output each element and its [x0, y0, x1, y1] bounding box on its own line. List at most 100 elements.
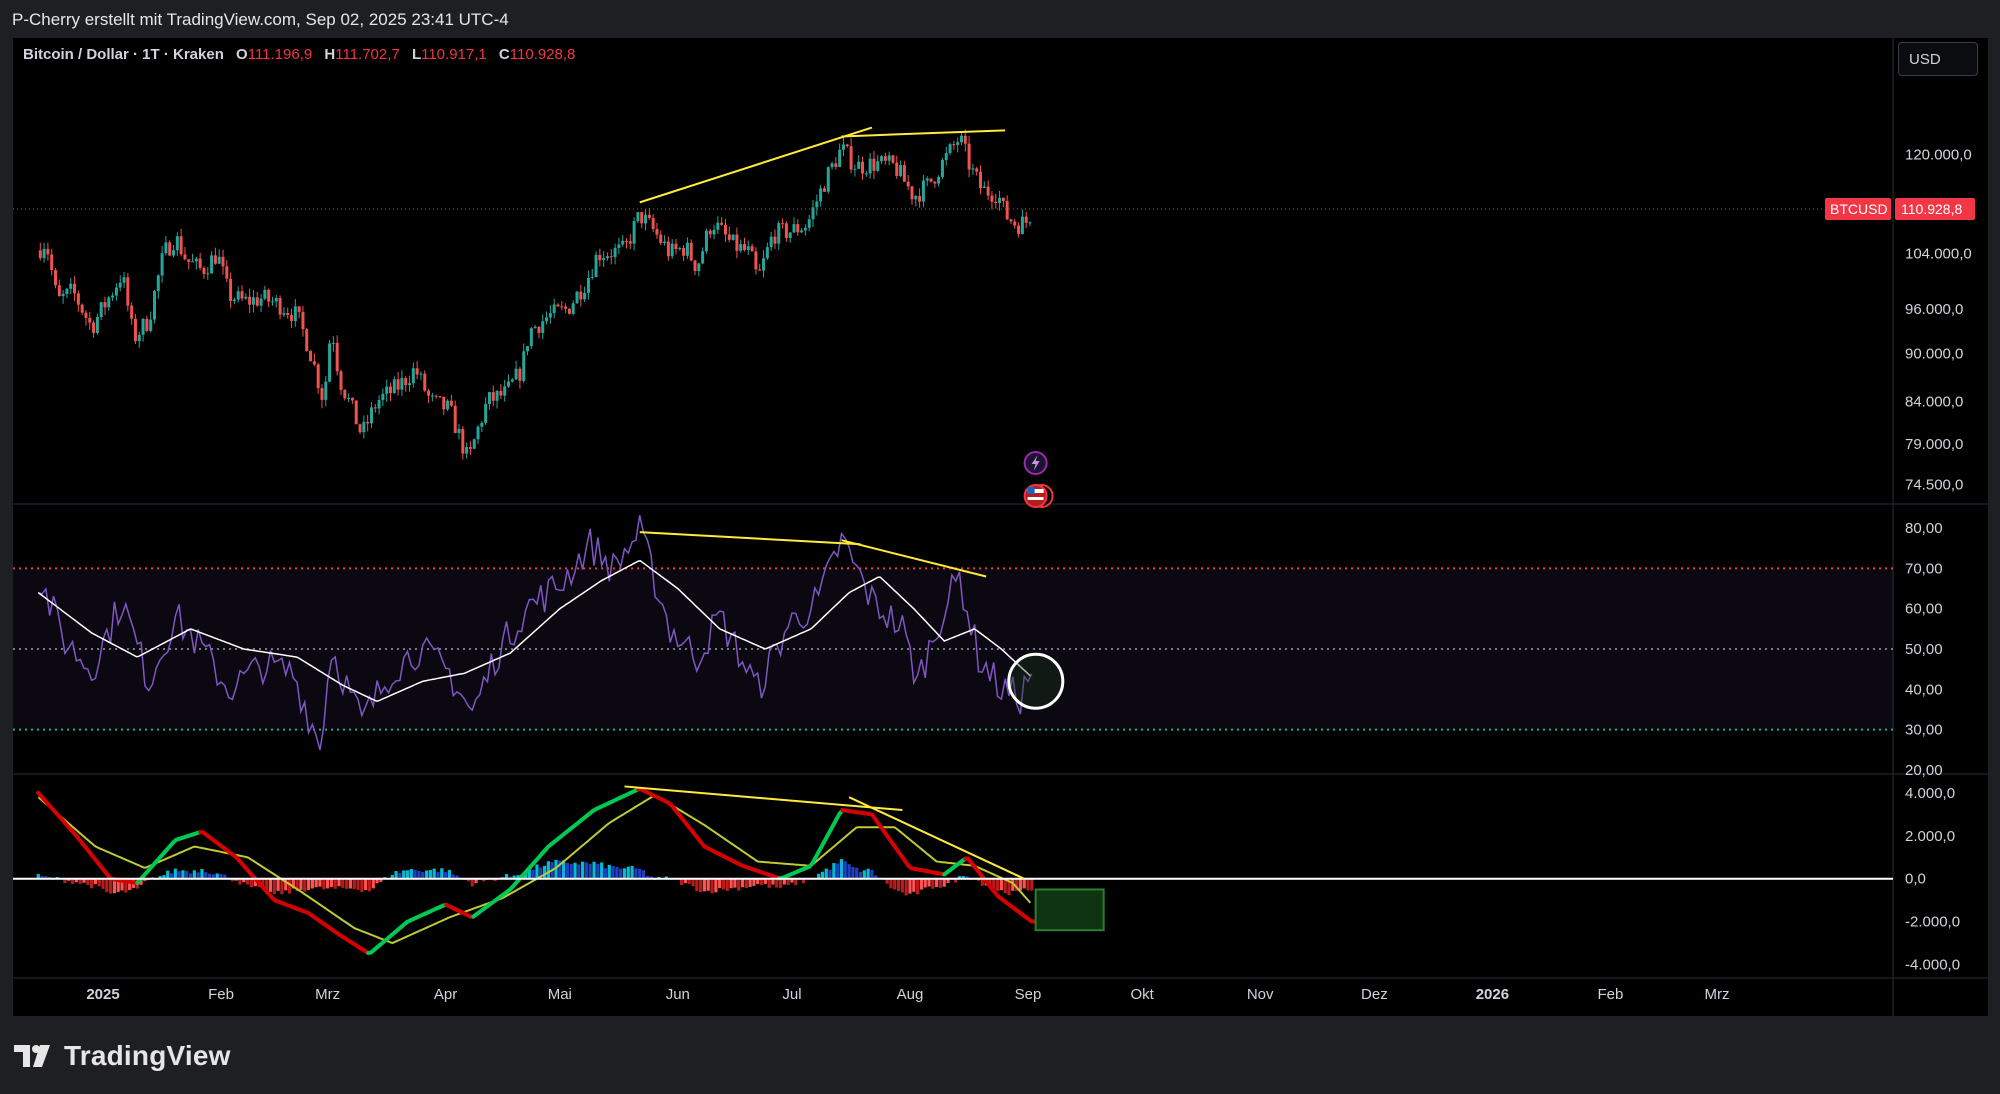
macd-histogram-bar-up	[638, 868, 642, 879]
candle-down	[301, 311, 305, 330]
candle-up	[430, 395, 434, 397]
candle-down	[427, 390, 431, 396]
candle-up	[811, 207, 815, 220]
symbol-legend[interactable]: Bitcoin / Dollar · 1T · Kraken O111.196,…	[23, 46, 575, 63]
macd-histogram-bar-up	[413, 869, 417, 879]
candle-up	[765, 247, 769, 259]
macd-histogram-bar-down	[276, 878, 280, 891]
macd-histogram-bar-up	[600, 862, 604, 879]
candle-up	[152, 291, 156, 320]
candle-down	[906, 181, 910, 187]
high-value: 111.702,7	[335, 46, 400, 63]
tradingview-logo-icon	[14, 1045, 50, 1067]
candle-up	[369, 407, 373, 424]
macd-histogram-bar-down	[912, 878, 916, 892]
macd-histogram-bar-down	[314, 878, 318, 888]
macd-histogram-bar-up	[634, 868, 638, 879]
macd-histogram-bar-up	[870, 869, 874, 879]
candle-down	[902, 165, 906, 182]
macd-histogram-bar-up	[836, 863, 840, 879]
rsi-tick-label: 70,00	[1905, 560, 1943, 577]
candle-down	[354, 400, 358, 425]
candle-up	[164, 242, 168, 254]
time-axis-label: 2025	[86, 986, 119, 1003]
candle-up	[617, 244, 621, 248]
candle-up	[636, 212, 640, 222]
candle-up	[392, 379, 396, 394]
candle-up	[510, 379, 514, 382]
candle-up	[156, 275, 160, 292]
tradingview-logo[interactable]: TradingView	[14, 1040, 231, 1072]
price-tick-label: 79.000,0	[1905, 436, 1963, 453]
macd-histogram-bar-down	[908, 878, 912, 894]
candle-up	[118, 282, 122, 288]
candle-up	[998, 197, 1002, 204]
candle-down	[640, 212, 644, 224]
candle-up	[107, 297, 111, 308]
chart-svg[interactable]: 120.000,0 104.000,0 96.000,0 90.000,0 84.000…	[13, 38, 1988, 1016]
macd-histogram-bar-up	[192, 870, 196, 879]
macd-histogram-bar-up	[200, 869, 204, 879]
candle-up	[503, 386, 507, 396]
candle-down	[404, 378, 408, 386]
candle-down	[845, 144, 849, 147]
candle-down	[1001, 197, 1005, 202]
candle-down	[278, 297, 282, 315]
candle-up	[678, 247, 682, 250]
candle-up	[819, 188, 823, 202]
close-value: 110.928,8	[509, 46, 576, 63]
macd-histogram-bar-up	[824, 868, 828, 879]
macd-histogram-bar-down	[695, 878, 699, 892]
candle-down	[651, 217, 655, 229]
candle-up	[586, 277, 590, 293]
candle-down	[834, 163, 838, 168]
candle-down	[579, 291, 583, 300]
candle-up	[959, 135, 963, 143]
candle-up	[411, 368, 415, 384]
candle-up	[210, 255, 214, 274]
macd-histogram-bar-down	[318, 878, 322, 887]
macd-histogram-bar-up	[546, 861, 550, 879]
candle-down	[796, 224, 800, 233]
macd-histogram-bar-up	[573, 862, 577, 879]
candle-down	[50, 254, 54, 271]
candle-up	[522, 351, 526, 381]
macd-histogram-bar-up	[394, 871, 398, 879]
macd-histogram-bar-up	[626, 866, 630, 879]
candle-down	[883, 156, 887, 161]
candle-down	[73, 283, 77, 294]
candle-up	[99, 302, 103, 317]
candle-up	[803, 227, 807, 231]
candle-up	[864, 173, 868, 175]
macd-histogram-bar-up	[862, 870, 866, 879]
price-tick-label: 96.000,0	[1905, 301, 1963, 318]
candle-down	[754, 251, 758, 270]
candle-down	[693, 260, 697, 272]
candle-down	[666, 241, 670, 257]
candle-up	[853, 168, 857, 170]
candle-up	[956, 142, 960, 145]
macd-histogram-bar-up	[424, 870, 429, 879]
macd-histogram-bar-up	[447, 869, 451, 879]
macd-histogram-bar-down	[889, 878, 893, 889]
macd-histogram-bar-down	[337, 878, 341, 887]
candle-up	[940, 160, 944, 178]
macd-histogram-bar-up	[440, 868, 444, 879]
candle-down	[130, 305, 134, 319]
macd-histogram-bar-down	[931, 878, 935, 889]
macd-tick-label: -2.000,0	[1905, 914, 1960, 931]
candle-up	[506, 381, 510, 387]
candle-up	[731, 234, 735, 240]
candle-up	[1020, 216, 1024, 234]
rsi-highlight-circle	[1007, 652, 1065, 710]
candle-down	[358, 424, 362, 433]
candle-down	[168, 242, 172, 256]
macd-histogram-bar-up	[832, 863, 836, 879]
candle-down	[46, 248, 50, 255]
candle-down	[689, 242, 693, 261]
currency-button[interactable]: USD	[1898, 42, 1978, 76]
macd-histogram-bar-up	[588, 863, 592, 879]
candle-down	[290, 315, 294, 322]
chart-area[interactable]: 120.000,0 104.000,0 96.000,0 90.000,0 84.000…	[13, 38, 1988, 1016]
candle-up	[914, 195, 918, 200]
